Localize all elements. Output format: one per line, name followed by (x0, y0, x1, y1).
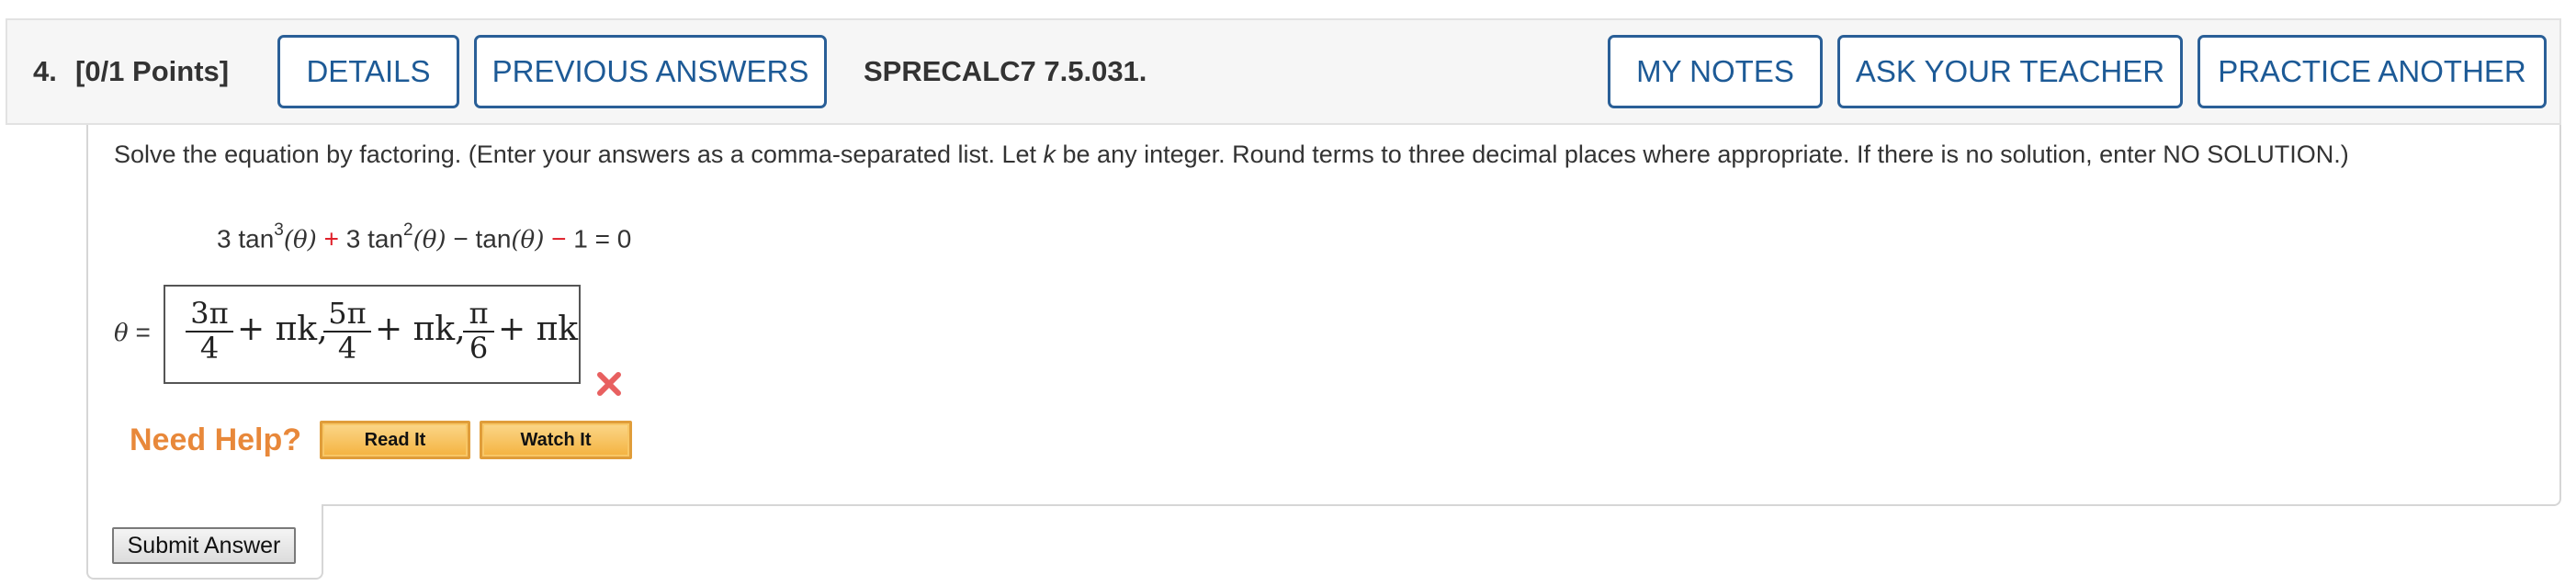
eq-arg: (θ) (412, 226, 446, 254)
answer-term: + πk (498, 310, 579, 348)
eq-operator: − (453, 224, 469, 254)
eq-term: 3 tan (217, 224, 275, 254)
fraction-numerator: π (469, 296, 489, 331)
eq-arg: (θ) (283, 226, 317, 254)
answer-term: + πk, (237, 310, 328, 348)
eq-term: 1 = 0 (573, 224, 632, 254)
answer-term: + πk, (375, 310, 466, 348)
answer-input[interactable]: 3π 4 + πk, 5π 4 + πk, π6 + πk (164, 285, 581, 384)
prompt-text-2: be any integer. Round terms to three dec… (1056, 141, 2349, 168)
ask-your-teacher-button[interactable]: ASK YOUR TEACHER (1837, 35, 2183, 108)
eq-exponent: 3 (274, 220, 284, 240)
watch-it-button[interactable]: Watch It (480, 421, 632, 459)
read-it-button[interactable]: Read It (320, 421, 470, 459)
problem-id: SPRECALC7 7.5.031. (864, 55, 1147, 87)
details-button[interactable]: DETAILS (277, 35, 459, 108)
answer-variable: θ (114, 320, 129, 347)
answer-fraction: 3π 4 (186, 296, 233, 364)
fraction-denominator: 6 (463, 331, 494, 364)
eq-term: 3 tan (345, 224, 404, 254)
answer-label: θ = (114, 318, 151, 347)
need-help-label: Need Help? (130, 423, 302, 457)
eq-operator: − (551, 224, 567, 254)
points-label: [0/1 Points] (75, 55, 230, 87)
practice-another-button[interactable]: PRACTICE ANOTHER (2198, 35, 2547, 108)
fraction-denominator: 4 (323, 331, 371, 364)
my-notes-button[interactable]: MY NOTES (1608, 35, 1823, 108)
question-number: 4. (33, 55, 57, 87)
answer-fraction: π6 (463, 296, 494, 364)
fraction-denominator: 4 (186, 331, 233, 364)
eq-exponent: 2 (403, 220, 413, 240)
fraction-numerator: 5π (328, 296, 367, 331)
prompt-text-1: Solve the equation by factoring. (Enter … (114, 141, 1044, 168)
answer-fraction: 5π 4 (323, 296, 371, 364)
eq-operator: + (323, 224, 339, 254)
eq-term: tan (475, 224, 512, 254)
incorrect-x-icon (597, 372, 621, 396)
prompt-variable: k (1043, 141, 1056, 168)
answer-equals: = (135, 318, 151, 346)
equation: 3 tan3(θ) + 3 tan2(θ) − tan(θ) − 1 = 0 (217, 220, 632, 254)
eq-arg: (θ) (511, 226, 545, 254)
fraction-numerator: 3π (190, 296, 229, 331)
submit-answer-button[interactable]: Submit Answer (112, 527, 296, 564)
previous-answers-button[interactable]: PREVIOUS ANSWERS (474, 35, 827, 108)
question-prompt: Solve the equation by factoring. (Enter … (114, 136, 2539, 173)
